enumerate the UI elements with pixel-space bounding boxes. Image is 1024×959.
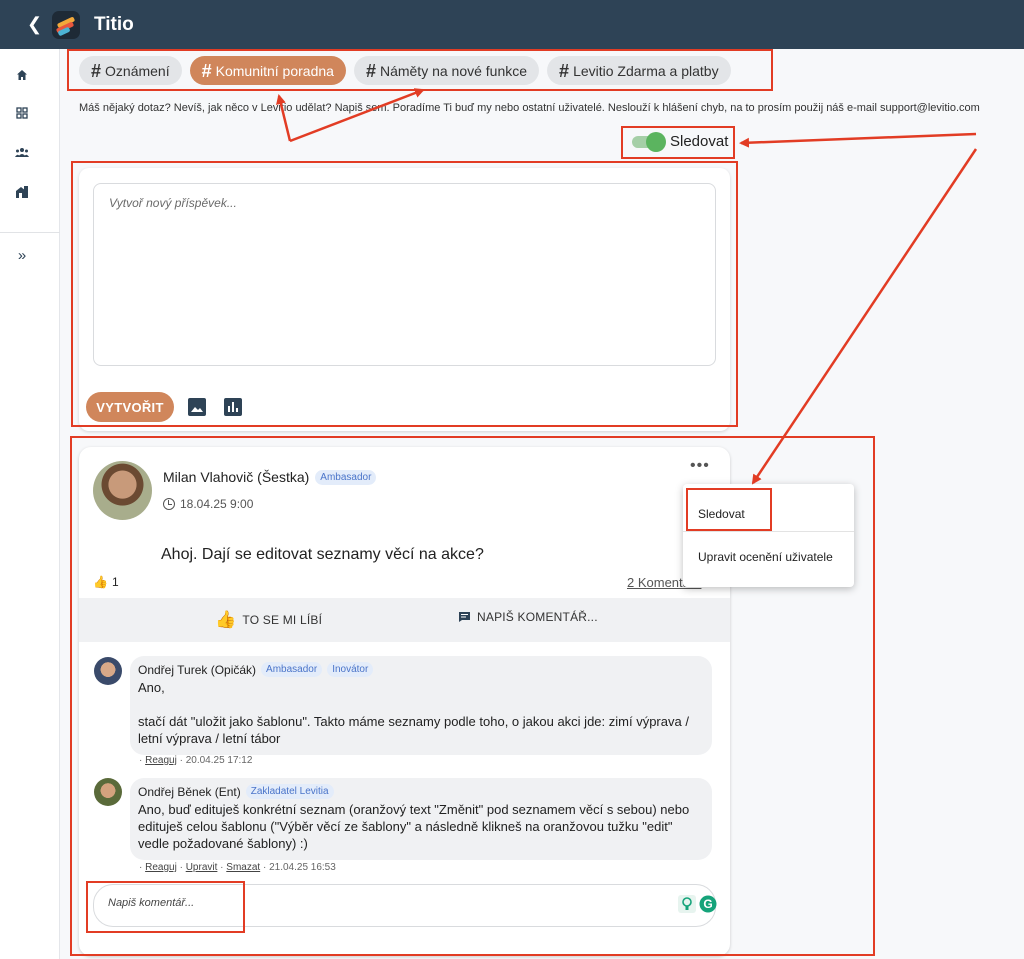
- expand-sidebar-icon[interactable]: »: [12, 245, 32, 265]
- annotation-box-menu-follow: [686, 488, 772, 531]
- back-icon[interactable]: ❮: [27, 14, 42, 35]
- annotation-box-follow: [621, 126, 735, 159]
- sidebar: »: [0, 49, 60, 959]
- top-bar: ❮ Titio: [0, 0, 1024, 49]
- people-icon[interactable]: [12, 142, 32, 162]
- annotation-box-composer: [71, 161, 738, 427]
- dashboard-icon[interactable]: [12, 103, 32, 123]
- app-title: Titio: [94, 13, 134, 35]
- annotation-box-tabs: [67, 49, 773, 91]
- organization-icon[interactable]: [12, 181, 32, 201]
- annotation-box-comment-input: [86, 881, 245, 933]
- sidebar-divider: [0, 232, 60, 233]
- app-logo: [52, 10, 80, 39]
- home-icon[interactable]: [12, 65, 32, 85]
- channel-description: Máš nějaký dotaz? Nevíš, jak něco v Levi…: [79, 102, 980, 114]
